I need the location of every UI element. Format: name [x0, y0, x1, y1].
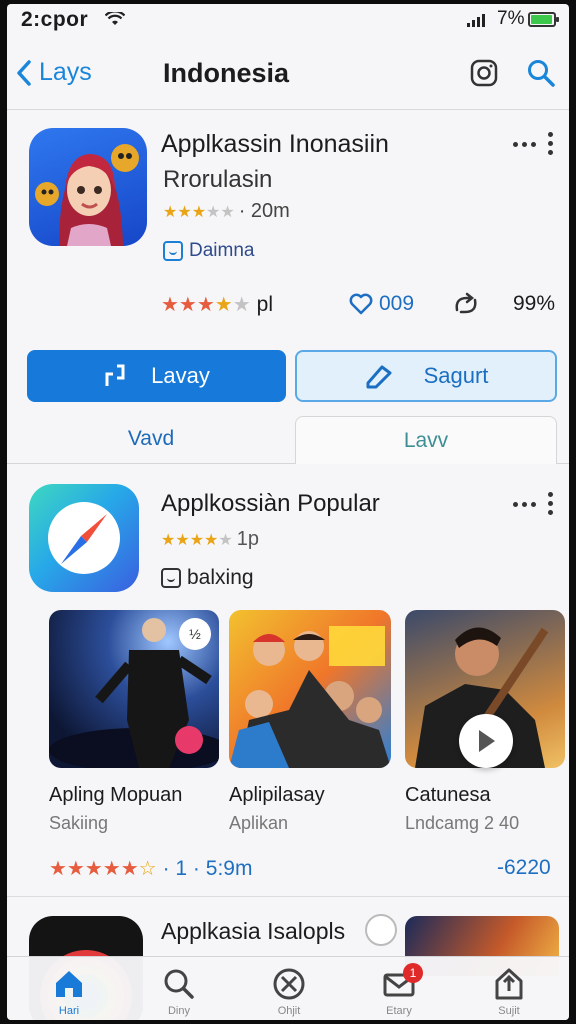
- vertical-more-icon[interactable]: [548, 492, 553, 515]
- stat-share[interactable]: [451, 292, 481, 318]
- card-title: Aplipilasay: [229, 784, 325, 806]
- x-circle-icon: [273, 968, 305, 1000]
- tab-messages[interactable]: 1 Etary: [369, 963, 429, 1019]
- back-button[interactable]: Lays: [15, 58, 92, 87]
- search-icon[interactable]: [526, 58, 556, 88]
- play-icon[interactable]: [459, 714, 513, 768]
- group-poster-thumbnail: [229, 610, 391, 768]
- rating-text: · 20m: [238, 200, 290, 222]
- carousel-card[interactable]: Aplipilasay Aplikan: [229, 610, 393, 834]
- brush-icon: [365, 914, 397, 946]
- stat-rating-suffix: pl: [256, 292, 274, 316]
- phone-screen: 2:cpor 7% Lays Indonesia Applkassin Inon…: [7, 4, 569, 1020]
- tab-label: Etary: [386, 1005, 412, 1017]
- app-stats: ★★★★★ pl 009 99%: [161, 292, 561, 322]
- tab-share[interactable]: Sujit: [479, 967, 539, 1019]
- share-icon: [495, 968, 523, 1000]
- app-title[interactable]: Applkasia Isalopls: [161, 918, 345, 945]
- app-subtitle: Rrorulasin: [163, 166, 273, 193]
- segment-tabs: Vavd Lavv: [7, 414, 569, 464]
- rating-text: 1p: [236, 528, 259, 550]
- signal-icon: [467, 13, 485, 27]
- app-icon-hijab-girl[interactable]: [29, 128, 147, 246]
- bottom-tab-bar: Hari Diny Ohjit 1 Etary Sujit: [7, 956, 569, 1020]
- carousel-rating: ★★★★★☆ · 1 · 5:9m: [49, 856, 252, 881]
- tab-search[interactable]: Diny: [149, 967, 209, 1019]
- app-title[interactable]: Applkossiàn Popular: [161, 490, 380, 518]
- status-time: 2:cpor: [21, 8, 89, 31]
- more-options-icon[interactable]: [513, 142, 536, 147]
- back-label: Lays: [39, 58, 92, 86]
- chevron-left-icon: [17, 59, 31, 86]
- app-rating: ★★★★★ 1p: [161, 528, 259, 551]
- stat-percent: 99%: [513, 292, 556, 315]
- tab-label: Ohjit: [277, 1005, 301, 1017]
- camera-icon[interactable]: [469, 58, 499, 88]
- stat-rating: ★★★★★ pl: [161, 292, 273, 317]
- divider: [7, 896, 569, 897]
- stat-likes[interactable]: 009: [349, 292, 414, 316]
- developer-icon: [163, 241, 183, 261]
- badge-icon: ½: [179, 618, 211, 650]
- primary-button-label: Lavay: [151, 363, 210, 388]
- rating-stars: ★★★★★: [161, 531, 233, 549]
- developer-link[interactable]: balxing: [161, 566, 254, 590]
- app-icon-compass[interactable]: [29, 484, 139, 592]
- card-subtitle: Lndcamg 2 40: [405, 813, 520, 833]
- heart-icon: [349, 293, 373, 315]
- status-bar: 2:cpor 7%: [7, 4, 569, 34]
- app-title[interactable]: Applkassin Inonasiin: [161, 130, 389, 159]
- tab-right[interactable]: Lavv: [295, 416, 557, 464]
- open-icon: [105, 364, 125, 386]
- developer-name: balxing: [187, 566, 254, 589]
- card-subtitle: Sakiing: [49, 813, 109, 833]
- rating-stars: ★★★★★: [163, 203, 235, 221]
- wifi-icon: [105, 12, 125, 25]
- page-title: Indonesia: [163, 58, 290, 88]
- pencil-icon: [366, 365, 392, 389]
- concert-thumbnail: ½: [49, 610, 219, 768]
- tab-label: Hari: [58, 1005, 80, 1017]
- card-title: Apling Mopuan: [49, 784, 183, 806]
- home-icon: [56, 971, 82, 997]
- secondary-button-label: Sagurt: [423, 363, 489, 388]
- rating-text: · 1 · 5:9m: [162, 856, 253, 880]
- rating-stars: ★★★★★: [161, 294, 251, 316]
- developer-icon: [161, 568, 181, 588]
- search-icon: [164, 969, 194, 999]
- secondary-action-button[interactable]: Sagurt: [295, 350, 557, 402]
- refresh-icon: [455, 292, 477, 314]
- app-rating: ★★★★★ · 20m: [163, 200, 290, 223]
- carousel-count: -6220: [497, 856, 551, 879]
- tab-close[interactable]: Ohjit: [259, 967, 319, 1019]
- rating-stars: ★★★★★☆: [49, 858, 157, 880]
- battery-percent: 7%: [497, 8, 525, 29]
- developer-name: Daimna: [189, 240, 255, 261]
- primary-action-button[interactable]: Lavay: [27, 350, 286, 402]
- card-title: Catunesa: [405, 784, 491, 806]
- carousel-card[interactable]: ½ Apling Mopuan Sakiing: [49, 610, 219, 834]
- nav-bar: Lays Indonesia: [7, 40, 569, 110]
- tab-label: Sujit: [498, 1005, 520, 1017]
- tab-label: Diny: [167, 1005, 190, 1017]
- more-options-icon[interactable]: [513, 502, 536, 507]
- battery-icon: [528, 12, 559, 27]
- tab-home[interactable]: Hari: [39, 967, 99, 1019]
- developer-link[interactable]: Daimna: [163, 240, 254, 262]
- vertical-more-icon[interactable]: [548, 132, 553, 155]
- notification-badge: 1: [403, 963, 423, 983]
- tab-left[interactable]: Vavd: [7, 414, 295, 464]
- likes-count: 009: [379, 292, 415, 315]
- card-subtitle: Aplikan: [229, 813, 289, 833]
